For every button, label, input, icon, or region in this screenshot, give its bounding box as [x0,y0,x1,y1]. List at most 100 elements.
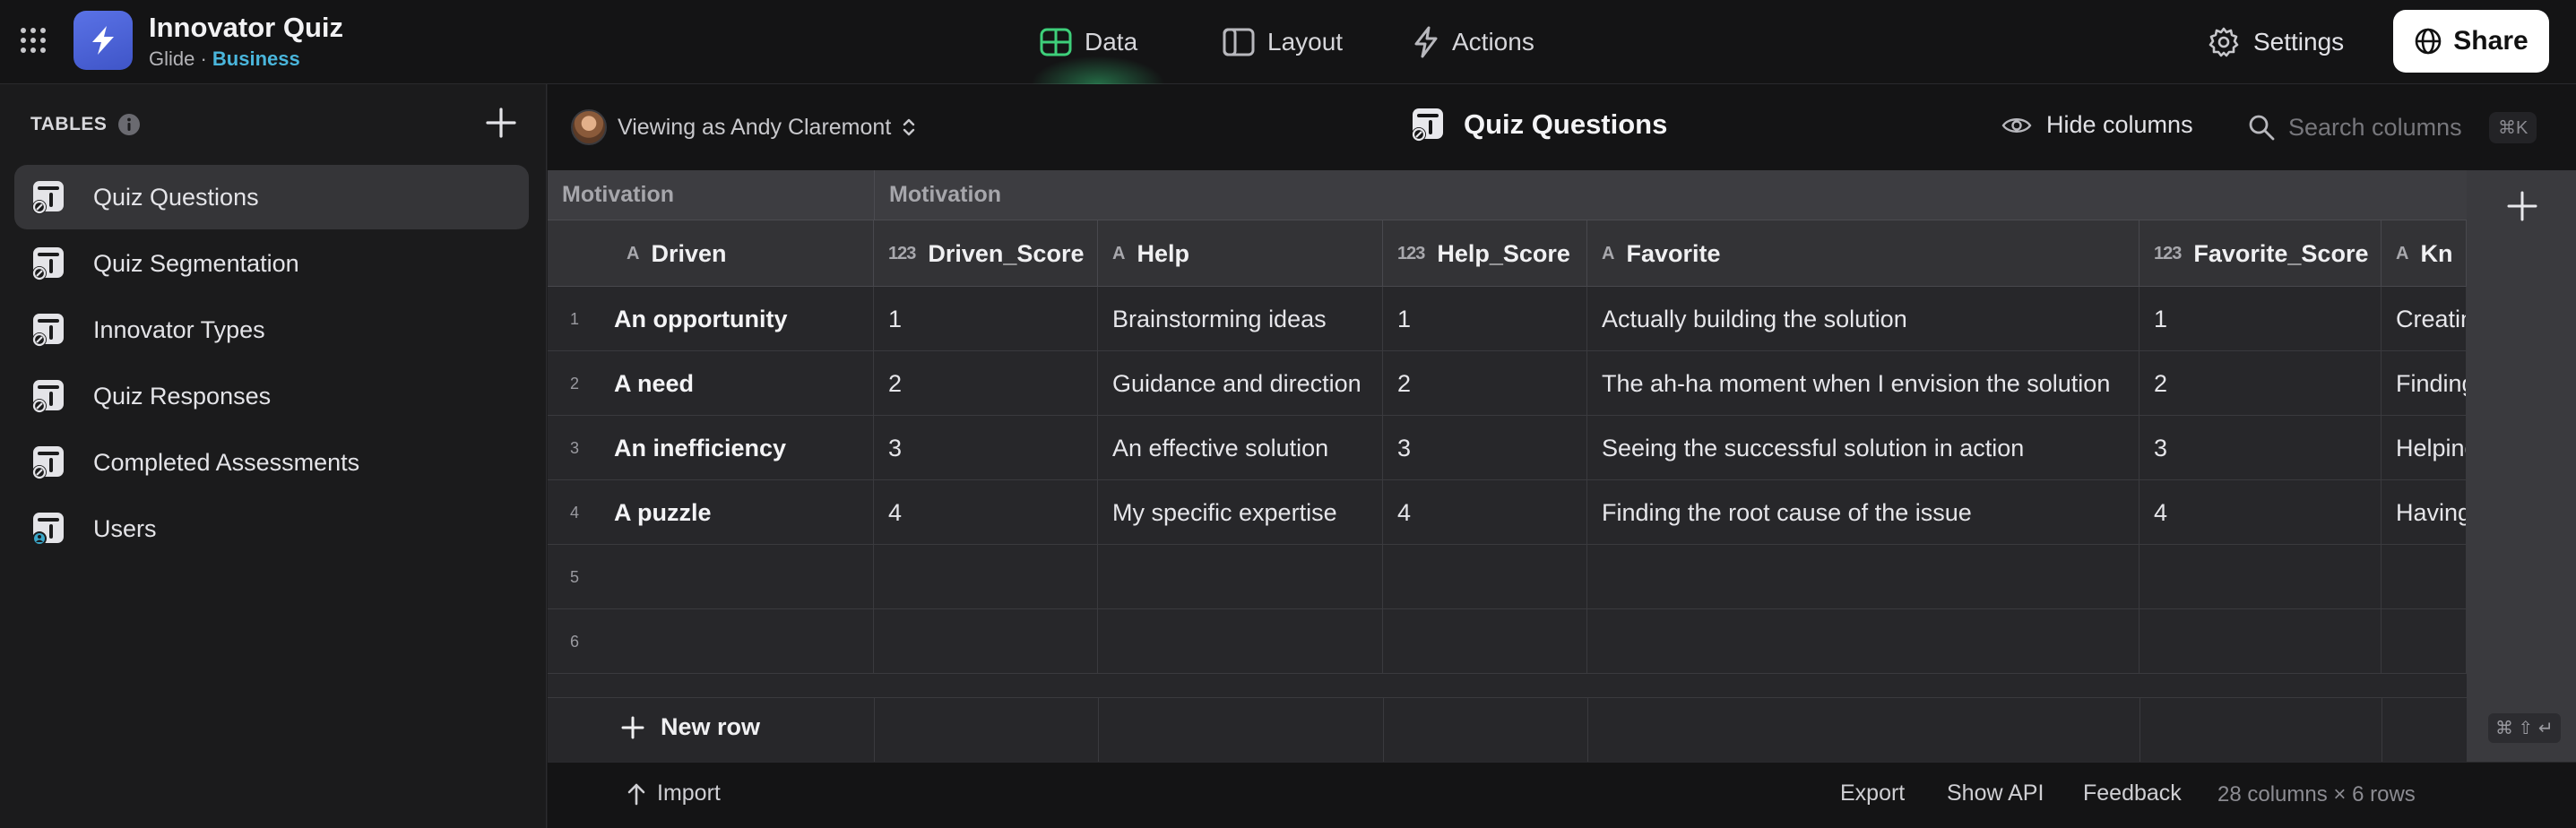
text-type-icon: A [1602,243,1614,263]
table-cell[interactable]: An inefficiency [601,416,874,480]
table-cell[interactable]: My specific expertise [1098,480,1383,545]
row-column-count: 28 columns × 6 rows [2217,782,2416,806]
column-header[interactable]: A Kn [2382,220,2467,287]
column-header[interactable]: 123 Favorite_Score [2139,220,2382,287]
add-column-rail: ⌘ ⇧ ↵ [2467,170,2576,762]
table-title: Quiz Questions [1410,106,1667,143]
table-row[interactable]: 2A need 2 Guidance and direction 2 The ah-ha… [548,351,2467,416]
sidebar-table-item[interactable]: Completed Assessments [14,430,529,495]
table-cell[interactable]: 1 [874,287,1098,351]
table-cell[interactable]: 2 [1383,351,1587,416]
number-type-icon: 123 [1397,243,1425,263]
column-header[interactable]: 123 Driven_Score [874,220,1098,287]
new-row-button[interactable]: New row [619,713,760,741]
add-column-button[interactable] [2504,188,2540,224]
table-cell[interactable]: Having [2382,480,2467,545]
show-api-link[interactable]: Show API [1947,781,2044,806]
tab-layout[interactable]: Layout [1223,23,1343,61]
table-cell[interactable]: The ah-ha moment when I envision the sol… [1587,351,2139,416]
export-link[interactable]: Export [1840,781,1905,806]
hide-columns-button[interactable]: Hide columns [2001,111,2193,139]
table-cell[interactable] [2139,545,2382,609]
plus-icon [2507,191,2537,221]
table-cell[interactable] [601,545,874,609]
table-cell[interactable]: Helping [2382,416,2467,480]
table-cell[interactable]: Creatin [2382,287,2467,351]
table-cell[interactable] [1098,609,1383,674]
table-cell[interactable] [1587,545,2139,609]
table-row[interactable]: 1 An opportunity 1 Brainstorming ideas 1 Actu… [548,287,2467,351]
new-row-label: New row [661,713,761,740]
table-cell[interactable]: 2 [874,351,1098,416]
table-cell[interactable] [1383,545,1587,609]
table-cell[interactable]: 4 [874,480,1098,545]
text-type-icon: A [627,243,639,263]
table-cell[interactable] [874,545,1098,609]
table-cell[interactable]: A need [601,351,874,416]
chevron-updown-icon [903,118,915,136]
apps-grid-icon[interactable] [20,27,47,54]
column-header[interactable]: A Help [1098,220,1383,287]
table-row[interactable]: 5 [548,545,2467,609]
table-cell[interactable] [2382,609,2467,674]
import-button[interactable]: Import [627,781,721,806]
table-cell[interactable] [1587,609,2139,674]
table-cell[interactable]: An effective solution [1098,416,1383,480]
share-label: Share [2453,26,2528,56]
table-cell[interactable]: Finding the root cause of the issue [1587,480,2139,545]
table-cell[interactable] [874,609,1098,674]
table-cell[interactable] [1383,609,1587,674]
table-cell[interactable]: 1 [2139,287,2382,351]
sidebar-table-item[interactable]: Users [14,496,529,561]
settings-button[interactable]: Settings [2209,23,2344,61]
table-row[interactable]: 6 [548,609,2467,674]
feedback-link[interactable]: Feedback [2083,781,2182,806]
table-cell[interactable]: 2 [2139,351,2382,416]
hide-columns-label: Hide columns [2046,111,2193,138]
table-row[interactable]: 3 An inefficiency 3 An effective solution 3 S… [548,416,2467,480]
table-row[interactable]: 4A puzzle 4 My specific expertise 4 Finding … [548,480,2467,545]
sidebar-table-item[interactable]: Quiz Questions [14,165,529,229]
table-cell[interactable]: 3 [2139,416,2382,480]
row-number: 1 [569,309,579,328]
app-logo[interactable] [73,11,133,70]
search-columns-input[interactable] [2288,113,2477,142]
tab-data[interactable]: Data [1040,23,1137,61]
table-cell[interactable]: Seeing the successful solution in action [1587,416,2139,480]
share-button[interactable]: Share [2393,10,2549,73]
viewing-as-selector[interactable]: Viewing as Andy Claremont [571,109,916,145]
table-cell[interactable]: 3 [1383,416,1587,480]
add-table-button[interactable] [482,104,520,142]
column-header[interactable]: 123 Help_Score [1383,220,1587,287]
table-cell[interactable]: 4 [2139,480,2382,545]
column-header[interactable]: A Driven [601,220,874,287]
sidebar-table-item[interactable]: Innovator Types [14,298,529,362]
tables-header-label: TABLES [30,114,108,134]
app-subtitle: Glide · Business [149,47,300,71]
table-cell[interactable]: Brainstorming ideas [1098,287,1383,351]
arrow-up-icon [627,783,645,805]
info-icon[interactable] [117,113,141,136]
table-cell[interactable] [601,609,874,674]
tab-actions[interactable]: Actions [1413,23,1534,61]
table-cell[interactable] [1098,545,1383,609]
table-cell[interactable]: A puzzle [601,480,874,545]
table-cell[interactable] [2382,545,2467,609]
table-cell[interactable]: 3 [874,416,1098,480]
sidebar-table-label: Completed Assessments [93,448,360,476]
table-cell[interactable]: 4 [1383,480,1587,545]
table-cell[interactable]: Guidance and direction [1098,351,1383,416]
table-title-label: Quiz Questions [1464,108,1668,140]
table-cell[interactable]: An opportunity [601,287,874,351]
keyboard-hint: ⌘ ⇧ ↵ [2488,713,2561,743]
table-cell[interactable] [2139,609,2382,674]
table-cell[interactable]: Finding [2382,351,2467,416]
plan-badge[interactable]: Business [212,47,300,70]
sidebar-table-item[interactable]: Quiz Responses [14,364,529,428]
sidebar-table-label: Quiz Segmentation [93,249,299,277]
sidebar-table-item[interactable]: Quiz Segmentation [14,231,529,296]
column-header[interactable]: A Favorite [1587,220,2139,287]
table-cell[interactable]: Actually building the solution [1587,287,2139,351]
table-cell[interactable]: 1 [1383,287,1587,351]
sidebar-table-label: Innovator Types [93,315,265,343]
